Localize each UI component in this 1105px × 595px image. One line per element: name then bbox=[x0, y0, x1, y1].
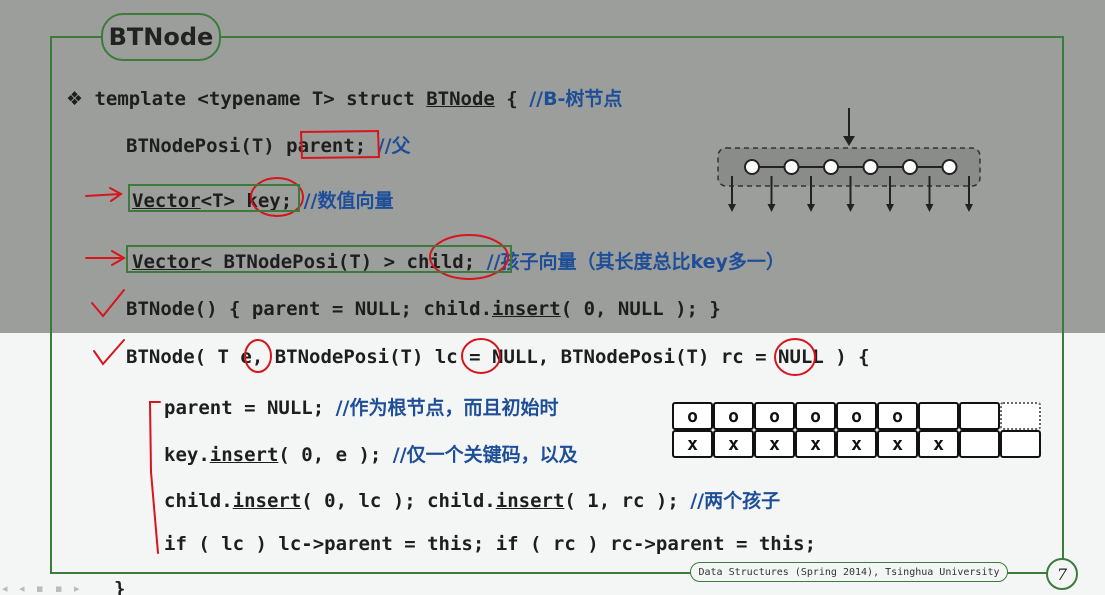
key-circle bbox=[744, 159, 760, 175]
grid-cell bbox=[959, 430, 1000, 458]
footer-course-label: Data Structures (Spring 2014), Tsinghua … bbox=[690, 562, 1008, 582]
insert-call: insert bbox=[209, 444, 279, 466]
code-line-body-key: key.insert( 0, e ); //仅一个关键码，以及 bbox=[164, 440, 578, 467]
code-text: template <typename T> struct bbox=[83, 88, 427, 110]
child-arrowhead-icon bbox=[807, 204, 815, 212]
diamond-bullet-icon: ❖ bbox=[66, 88, 84, 110]
code-comment: //作为根节点，而且初始时 bbox=[335, 397, 559, 419]
grid-cell: o bbox=[795, 402, 836, 430]
code-text: ( 0, lc ); child. bbox=[301, 490, 496, 512]
grid-cell: x bbox=[836, 430, 877, 458]
child-arrowhead-icon bbox=[886, 204, 894, 212]
code-comment: //B-树节点 bbox=[529, 88, 623, 110]
code-line-body-child: child.insert( 0, lc ); child.insert( 1, … bbox=[164, 486, 780, 513]
code-line-parent: BTNodePosi(T) parent; //父 bbox=[126, 131, 411, 158]
child-arrowhead-icon bbox=[925, 204, 934, 212]
insert-call: insert bbox=[492, 298, 561, 320]
code-text: < BTNodePosi(T) > child; bbox=[200, 251, 487, 273]
struct-name: BTNode bbox=[426, 88, 495, 110]
code-comment: //孩子向量（其长度总比key多一） bbox=[486, 251, 785, 273]
grid-cell bbox=[1000, 402, 1041, 430]
child-arrowhead-icon bbox=[767, 204, 776, 212]
code-line-body-if: if ( lc ) lc->parent = this; if ( rc ) r… bbox=[164, 533, 816, 555]
page-number-badge: 7 bbox=[1046, 558, 1078, 590]
grid-cell: x bbox=[877, 430, 918, 458]
grid-cell: o bbox=[672, 402, 713, 430]
code-line-default-ctor: BTNode() { parent = NULL; child.insert( … bbox=[126, 298, 721, 320]
code-comment: //父 bbox=[377, 135, 411, 157]
code-text: parent = NULL; bbox=[164, 397, 336, 419]
closing-brace: } bbox=[114, 578, 126, 595]
key-circle bbox=[941, 159, 958, 175]
code-line-body-parent: parent = NULL; //作为根节点，而且初始时 bbox=[164, 393, 558, 420]
code-text: BTNode() { parent = NULL; child. bbox=[126, 298, 493, 320]
child-arrowhead-icon bbox=[846, 204, 855, 212]
grid-cell: x bbox=[672, 430, 713, 458]
code-text: BTNode( T e, BTNodePosi(T) lc = NULL, BT… bbox=[126, 346, 870, 368]
code-text: ( 0, NULL ); } bbox=[560, 298, 721, 320]
btree-node-diagram bbox=[717, 108, 981, 212]
code-text: ( 0, e ); bbox=[278, 444, 393, 466]
key-circle bbox=[862, 159, 879, 175]
code-comment: //仅一个关键码，以及 bbox=[392, 444, 578, 466]
slide-title: BTNode bbox=[101, 13, 221, 61]
key-circle bbox=[823, 159, 839, 175]
code-text: child. bbox=[164, 490, 233, 512]
incoming-arrowhead-icon bbox=[843, 136, 855, 146]
child-arrowhead-icon bbox=[728, 204, 736, 212]
code-comment: //数值向量 bbox=[303, 190, 394, 212]
code-comment: //两个孩子 bbox=[690, 490, 781, 512]
grid-cell: o bbox=[754, 402, 795, 430]
grid-cell: o bbox=[836, 402, 877, 430]
video-controls[interactable]: ◂ ◂ ▪ ▪ ▸ bbox=[2, 582, 83, 595]
code-line-struct-decl: ❖ template <typename T> struct BTNode { … bbox=[66, 84, 622, 111]
code-line-key: Vector<T> key; //数值向量 bbox=[132, 186, 393, 213]
insert-call: insert bbox=[232, 490, 302, 512]
code-text: ( 1, rc ); bbox=[564, 490, 691, 512]
grid-cell bbox=[1000, 430, 1041, 458]
key-circle bbox=[783, 159, 800, 175]
grid-cell: x bbox=[713, 430, 754, 458]
child-row: xxxxxxx bbox=[672, 430, 1041, 458]
grid-cell: x bbox=[754, 430, 795, 458]
code-text: <T> key; bbox=[200, 190, 304, 212]
key-circle bbox=[902, 159, 918, 175]
code-text: { bbox=[494, 88, 530, 110]
grid-cell bbox=[918, 402, 959, 430]
insert-call: insert bbox=[495, 490, 565, 512]
code-text: if ( lc ) lc->parent = this; if ( rc ) r… bbox=[164, 533, 817, 555]
grid-cell bbox=[959, 402, 1000, 430]
grid-cell: o bbox=[713, 402, 754, 430]
vector-type: Vector bbox=[132, 190, 201, 212]
lecture-slide: BTNode ❖ template <typename T> struct BT… bbox=[0, 0, 1105, 595]
code-line-child: Vector< BTNodePosi(T) > child; //孩子向量（其长… bbox=[132, 247, 785, 274]
code-text: BTNodePosi(T) parent; bbox=[126, 135, 378, 157]
child-arrowhead-icon bbox=[965, 204, 973, 212]
key-child-grid: oooooo xxxxxxx bbox=[672, 402, 1041, 458]
grid-cell: x bbox=[918, 430, 959, 458]
grid-cell: o bbox=[877, 402, 918, 430]
vector-type: Vector bbox=[132, 251, 201, 273]
code-text: key. bbox=[164, 444, 210, 466]
code-line-ctor: BTNode( T e, BTNodePosi(T) lc = NULL, BT… bbox=[126, 346, 870, 368]
key-row: oooooo bbox=[672, 402, 1041, 430]
grid-cell: x bbox=[795, 430, 836, 458]
